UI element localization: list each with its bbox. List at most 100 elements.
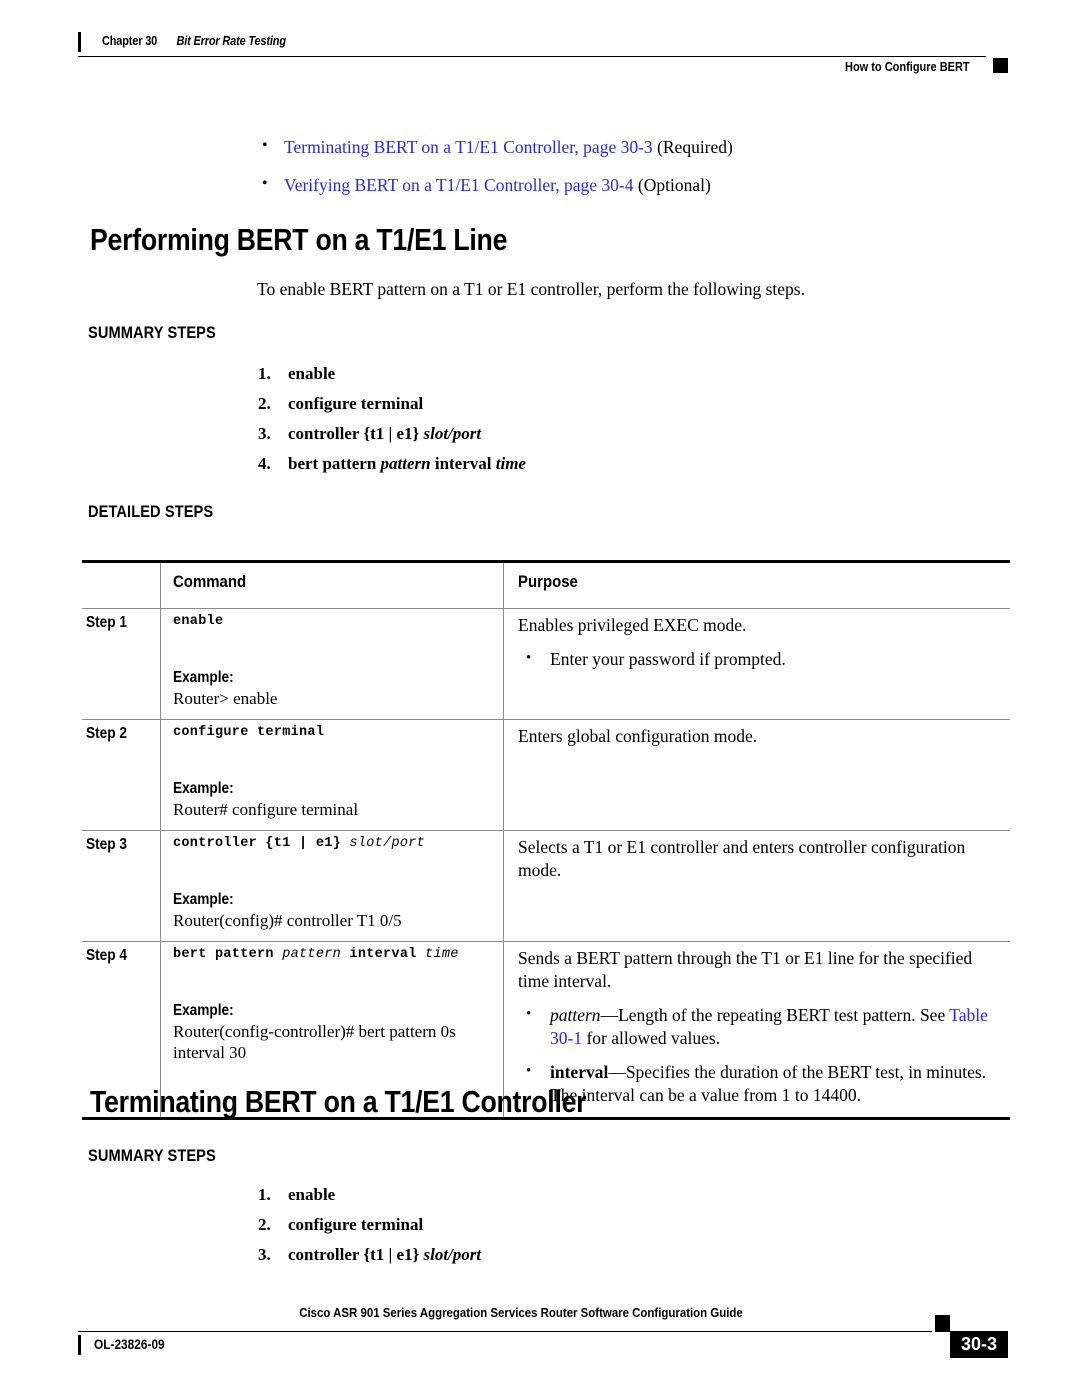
step-number: 3. bbox=[258, 424, 271, 443]
list-item: • Terminating BERT on a T1/E1 Controller… bbox=[258, 137, 958, 157]
document-page: Chapter 30 Bit Error Rate Testing How to … bbox=[0, 0, 1080, 1397]
header-section-label: How to Configure BERT bbox=[845, 60, 970, 74]
table-header-row: Command Purpose bbox=[82, 563, 1010, 609]
purpose-text: Enables privileged EXEC mode. bbox=[518, 615, 747, 635]
footer-page-number: 30-3 bbox=[950, 1331, 1008, 1358]
table-header-cell-step bbox=[82, 563, 160, 608]
list-item: • Enter your password if prompted. bbox=[518, 648, 998, 671]
intro-paragraph: To enable BERT pattern on a T1 or E1 con… bbox=[257, 279, 805, 299]
detailed-steps-label: DETAILED STEPS bbox=[88, 502, 214, 521]
table-cell-step: Step 3 bbox=[86, 836, 127, 853]
header-rule bbox=[78, 56, 986, 58]
summary-steps-list-2: 1. enable 2. configure terminal 3. controll… bbox=[258, 1184, 878, 1274]
bullet-text: —Specifies the duration of the BERT test… bbox=[550, 1062, 987, 1105]
bullet-text-tail: for allowed values. bbox=[582, 1028, 721, 1048]
bullet-term-interval: interval bbox=[550, 1062, 609, 1082]
table-cell-command: configure terminal Example: Router# conf… bbox=[160, 720, 503, 830]
example-label: Example: bbox=[173, 1002, 234, 1019]
table-row: Step 2 configure terminal Example: Route… bbox=[82, 720, 1010, 831]
page-footer: Cisco ASR 901 Series Aggregation Service… bbox=[78, 1305, 1008, 1375]
table-cell-step: Step 2 bbox=[86, 725, 127, 742]
link-verifying-bert[interactable]: Verifying BERT on a T1/E1 Controller, pa… bbox=[284, 175, 634, 195]
command-literal-2: interval bbox=[341, 947, 426, 962]
step-command: enable bbox=[288, 1185, 336, 1204]
example-text: Router(config)# controller T1 0/5 bbox=[173, 911, 402, 930]
table-cell-step: Step 1 bbox=[86, 614, 127, 631]
header-chapter-number: Chapter 30 bbox=[102, 34, 158, 48]
link-terminating-bert[interactable]: Terminating BERT on a T1/E1 Controller, … bbox=[284, 137, 653, 157]
example-label: Example: bbox=[173, 780, 234, 797]
list-item: 1. enable bbox=[258, 363, 878, 384]
detailed-steps-table: Command Purpose Step 1 enable Example: R… bbox=[82, 560, 1010, 1120]
page-title-terminating-bert: Terminating BERT on a T1/E1 Controller bbox=[90, 1084, 587, 1119]
list-item: 4. bert pattern pattern interval time bbox=[258, 453, 878, 474]
footer-guide-title: Cisco ASR 901 Series Aggregation Service… bbox=[298, 1305, 743, 1320]
step-number: 4. bbox=[258, 454, 271, 473]
header-chapter-info: Chapter 30 Bit Error Rate Testing bbox=[102, 34, 286, 48]
step-number: 2. bbox=[258, 394, 271, 413]
list-item: 3. controller {t1 | e1} slot/port bbox=[258, 423, 878, 444]
table-cell-purpose: Selects a T1 or E1 controller and enters… bbox=[503, 831, 1010, 941]
example-text: Router(config-controller)# bert pattern … bbox=[173, 1022, 456, 1062]
step-command: bert pattern bbox=[288, 454, 381, 473]
table-cell-command: controller {t1 | e1} slot/port Example: … bbox=[160, 831, 503, 941]
bullet-term-pattern: pattern bbox=[550, 1005, 601, 1025]
command-variable: slot/port bbox=[349, 836, 426, 851]
command-text: configure terminal bbox=[173, 725, 325, 740]
bullet-icon: • bbox=[526, 1006, 532, 1022]
step-command-2: interval bbox=[430, 454, 496, 473]
purpose-text: Selects a T1 or E1 controller and enters… bbox=[518, 837, 966, 880]
header-chapter-title: Bit Error Rate Testing bbox=[176, 34, 286, 48]
header-square-marker bbox=[993, 58, 1008, 73]
table-row: Step 3 controller {t1 | e1} slot/port Ex… bbox=[82, 831, 1010, 942]
command-variable: pattern bbox=[282, 947, 342, 962]
page-header: Chapter 30 Bit Error Rate Testing How to … bbox=[78, 30, 1008, 80]
step-command-variable-2: time bbox=[495, 454, 526, 473]
step-command: controller {t1 | e1} bbox=[288, 1245, 424, 1264]
example-label: Example: bbox=[173, 669, 234, 686]
purpose-text: Enters global configuration mode. bbox=[518, 726, 758, 746]
table-cell-purpose: Enables privileged EXEC mode. • Enter yo… bbox=[503, 609, 1010, 719]
example-text: Router> enable bbox=[173, 689, 278, 708]
step-command: configure terminal bbox=[288, 1215, 424, 1234]
bullet-icon: • bbox=[526, 1063, 532, 1079]
command-text: controller {t1 | e1} slot/port bbox=[173, 836, 493, 851]
step-command-variable: slot/port bbox=[423, 424, 482, 443]
table-header-cell-purpose: Purpose bbox=[503, 563, 1010, 608]
step-number: 3. bbox=[258, 1245, 271, 1264]
list-item: • Verifying BERT on a T1/E1 Controller, … bbox=[258, 175, 958, 195]
command-literal: controller {t1 | e1} bbox=[173, 836, 350, 851]
step-number: 1. bbox=[258, 364, 271, 383]
link-suffix: (Optional) bbox=[633, 175, 711, 195]
command-literal: bert pattern bbox=[173, 947, 283, 962]
command-text: bert pattern pattern interval time bbox=[173, 947, 493, 962]
example-text: Router# configure terminal bbox=[173, 800, 359, 819]
step-number: 1. bbox=[258, 1185, 271, 1204]
command-text: enable bbox=[173, 614, 224, 629]
bullet-icon: • bbox=[262, 175, 268, 192]
step-number: 2. bbox=[258, 1215, 271, 1234]
footer-rule bbox=[78, 1331, 932, 1333]
step-command: configure terminal bbox=[288, 394, 424, 413]
list-item: • pattern—Length of the repeating BERT t… bbox=[518, 1004, 998, 1050]
bullet-icon: • bbox=[526, 650, 532, 666]
cross-reference-list: • Terminating BERT on a T1/E1 Controller… bbox=[258, 137, 958, 213]
step-command-variable: pattern bbox=[380, 454, 431, 473]
purpose-bullet-list: • Enter your password if prompted. bbox=[518, 648, 998, 671]
step-command: enable bbox=[288, 364, 336, 383]
example-label: Example: bbox=[173, 891, 234, 908]
step-command-variable: slot/port bbox=[423, 1245, 482, 1264]
list-item: 3. controller {t1 | e1} slot/port bbox=[258, 1244, 878, 1265]
list-item: 1. enable bbox=[258, 1184, 878, 1205]
table-row: Step 1 enable Example: Router> enable En… bbox=[82, 609, 1010, 720]
command-variable-2: time bbox=[425, 947, 459, 962]
purpose-bullet-list: • pattern—Length of the repeating BERT t… bbox=[518, 1004, 998, 1107]
footer-tick-mark bbox=[78, 1335, 81, 1355]
summary-steps-list-1: 1. enable 2. configure terminal 3. controll… bbox=[258, 363, 878, 483]
table-header-cell-command: Command bbox=[160, 563, 503, 608]
bullet-text: —Length of the repeating BERT test patte… bbox=[600, 1005, 950, 1025]
link-suffix: (Required) bbox=[652, 137, 733, 157]
header-tick-mark bbox=[78, 32, 81, 52]
summary-steps-label-1: SUMMARY STEPS bbox=[88, 323, 216, 342]
bullet-icon: • bbox=[262, 137, 268, 154]
